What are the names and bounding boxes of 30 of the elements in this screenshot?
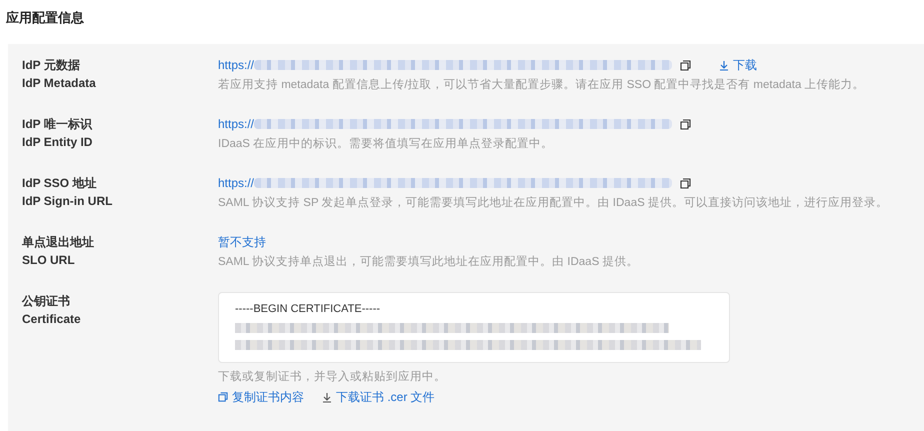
download-certificate-link[interactable]: 下载证书 .cer 文件 xyxy=(322,388,435,406)
copy-icon xyxy=(218,392,228,402)
url-text[interactable]: https:// xyxy=(218,56,254,74)
field-label: IdP 元数据 xyxy=(22,57,81,74)
field-label: IdP Sign-in URL xyxy=(22,193,114,210)
download-icon xyxy=(322,392,332,402)
copy-icon[interactable] xyxy=(680,118,692,130)
download-icon xyxy=(719,60,730,70)
field-label: Certificate xyxy=(22,311,82,328)
url-text[interactable]: https:// xyxy=(218,174,254,192)
copy-certificate-link[interactable]: 复制证书内容 xyxy=(218,388,304,406)
section-title: 应用配置信息 xyxy=(4,9,85,27)
copy-icon[interactable] xyxy=(680,178,692,188)
field-label: IdP 唯一标识 xyxy=(22,116,94,133)
hint-text: 若应用支持 metadata 配置信息上传/拉取，可以节省大量配置步骤。请在应用 SSO 配置中寻找是否有 metadata 上传能力。 xyxy=(218,78,865,93)
field-label: IdP Metadata xyxy=(22,75,97,92)
url-text[interactable]: https:// xyxy=(218,115,254,133)
field-label: SLO URL xyxy=(22,252,76,269)
certificate-header: -----BEGIN CERTIFICATE----- xyxy=(235,303,382,316)
value-link[interactable]: 暂不支持 xyxy=(218,233,638,251)
field-label: 公钥证书 xyxy=(22,293,71,310)
field-label: IdP SSO 地址 xyxy=(22,175,98,192)
hint-text: IDaaS 在应用中的标识。需要将值填写在应用单点登录配置中。 xyxy=(218,136,554,152)
download-link[interactable]: 下载 xyxy=(719,56,758,74)
field-label: 单点退出地址 xyxy=(22,234,95,251)
hint-text: SAML 协议支持 SP 发起单点登录，可能需要填写此地址在应用配置中。由 IDaaS 提供。可以直接访问该地址，进行应用登录。 xyxy=(218,195,888,211)
hint-text: 下载或复制证书，并导入或粘贴到应用中。 xyxy=(218,370,447,385)
field-label: IdP Entity ID xyxy=(22,134,94,151)
copy-icon[interactable] xyxy=(680,60,692,70)
hint-text: SAML 协议支持单点退出，可能需要填写此地址在应用配置中。由 IDaaS 提供。 xyxy=(218,254,638,270)
